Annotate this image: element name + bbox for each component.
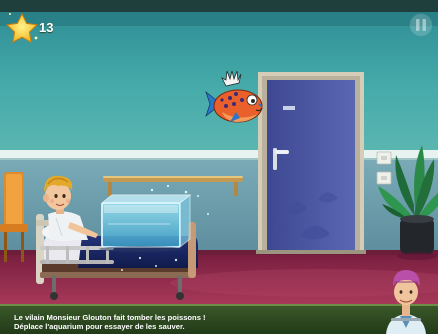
hospital-room-background: [0, 0, 438, 334]
score-counter: 13: [39, 20, 54, 35]
aquarium-drag-handle[interactable]: [100, 193, 192, 251]
pause-button[interactable]: [410, 14, 432, 36]
dialog-line-1: Le vilain Monsieur Glouton fait tomber l…: [14, 313, 206, 322]
game-scene: 13 Le vilain Monsieur Glouton fait tombe…: [0, 0, 438, 334]
dialog-text: Le vilain Monsieur Glouton fait tomber l…: [14, 313, 374, 331]
hospital-door: [256, 72, 366, 254]
dialog-line-2: Déplace l'aquarium pour essayer de les s…: [14, 322, 185, 331]
